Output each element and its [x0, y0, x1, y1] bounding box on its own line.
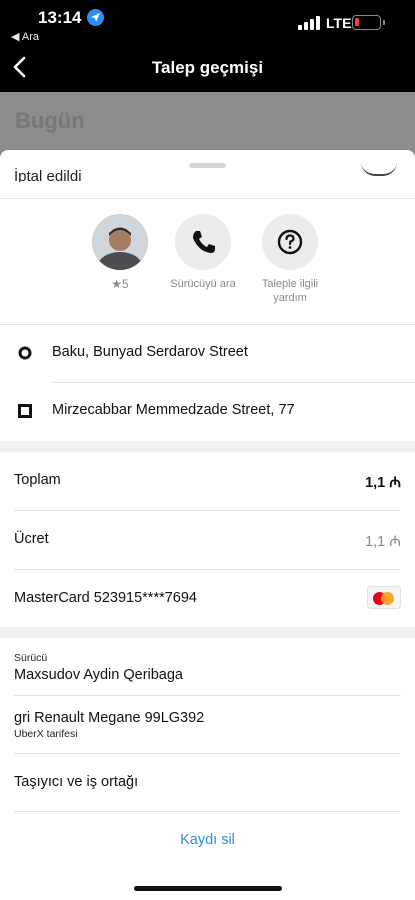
route-destination: Mirzecabbar Memmedzade Street, 77: [0, 383, 415, 441]
tariff-label: UberX tarifesi: [14, 728, 78, 740]
delete-record-button[interactable]: Kaydı sil: [0, 832, 415, 848]
fee-row: Ücret 1,1 ₼: [0, 511, 415, 569]
top-bar: 13:14 ◀ Ara LTE Talep geçmişi: [0, 0, 415, 92]
status-time: 13:14: [38, 8, 82, 27]
partner-row[interactable]: Taşıyıcı ve iş ortağı: [0, 754, 415, 812]
help-icon: [277, 229, 303, 255]
trip-help-label: Taleple ilgili yardım: [261, 278, 319, 304]
origin-circle-icon: [18, 346, 32, 360]
partner-label[interactable]: Taşıyıcı ve iş ortağı: [14, 774, 138, 790]
payment-row: MasterCard 523915****7694: [0, 570, 415, 628]
total-label: Toplam: [14, 472, 61, 488]
trip-status-text: İptal edildi: [14, 168, 82, 182]
status-bar: 13:14 ◀ Ara LTE: [0, 0, 415, 46]
origin-address: Baku, Bunyad Serdarov Street: [52, 344, 248, 360]
trip-actions: ★5 Sürücüyü ara Taleple ilgili yardım: [0, 214, 415, 314]
car-icon: [361, 162, 397, 176]
battery-icon: [352, 15, 385, 30]
page-title: Talep geçmişi: [151, 58, 264, 77]
total-row: Toplam 1,1 ₼: [0, 452, 415, 510]
fee-label: Ücret: [14, 531, 49, 547]
divider: [14, 811, 401, 812]
network-type: LTE: [326, 15, 352, 31]
sheet-grabber[interactable]: [189, 163, 226, 168]
driver-rating: ★5: [111, 277, 129, 291]
back-to-app-link[interactable]: ◀ Ara: [11, 30, 39, 43]
signal-icon: [298, 16, 320, 30]
call-driver-label: Sürücüyü ara: [170, 278, 236, 290]
mastercard-icon: [367, 586, 401, 609]
total-value: 1,1 ₼: [365, 475, 401, 491]
trip-details-sheet: İptal edildi ★5 Sürücüyü ara Taleple ilg…: [0, 150, 415, 900]
vehicle-row: gri Renault Megane 99LG392 UberX tarifes…: [0, 696, 415, 754]
call-driver-button[interactable]: Sürücüyü ara: [163, 214, 243, 291]
phone-icon: [193, 231, 215, 253]
payment-method: MasterCard 523915****7694: [14, 590, 197, 606]
driver-name: Maxsudov Aydin Qeribaga: [14, 667, 184, 683]
route-origin: Baku, Bunyad Serdarov Street: [0, 325, 415, 383]
driver-avatar[interactable]: [92, 214, 148, 270]
trip-help-button[interactable]: Taleple ilgili yardım: [250, 214, 330, 305]
driver-row: Sürücü Maxsudov Aydin Qeribaga: [0, 638, 415, 696]
divider: [0, 198, 415, 199]
section-gap: [0, 441, 415, 452]
destination-square-icon: [18, 404, 32, 418]
call-driver-circle[interactable]: [175, 214, 231, 270]
vehicle-info: gri Renault Megane 99LG392: [14, 710, 205, 726]
driver-section-label: Sürücü: [14, 652, 48, 664]
background-heading: Bugün: [15, 108, 85, 133]
driver-profile[interactable]: ★5: [80, 214, 160, 291]
section-gap: [0, 627, 415, 638]
home-indicator[interactable]: [134, 886, 282, 891]
fee-value: 1,1 ₼: [365, 534, 401, 550]
destination-address: Mirzecabbar Memmedzade Street, 77: [52, 402, 295, 418]
trip-help-circle[interactable]: [262, 214, 318, 270]
location-arrow-icon: [87, 9, 104, 26]
